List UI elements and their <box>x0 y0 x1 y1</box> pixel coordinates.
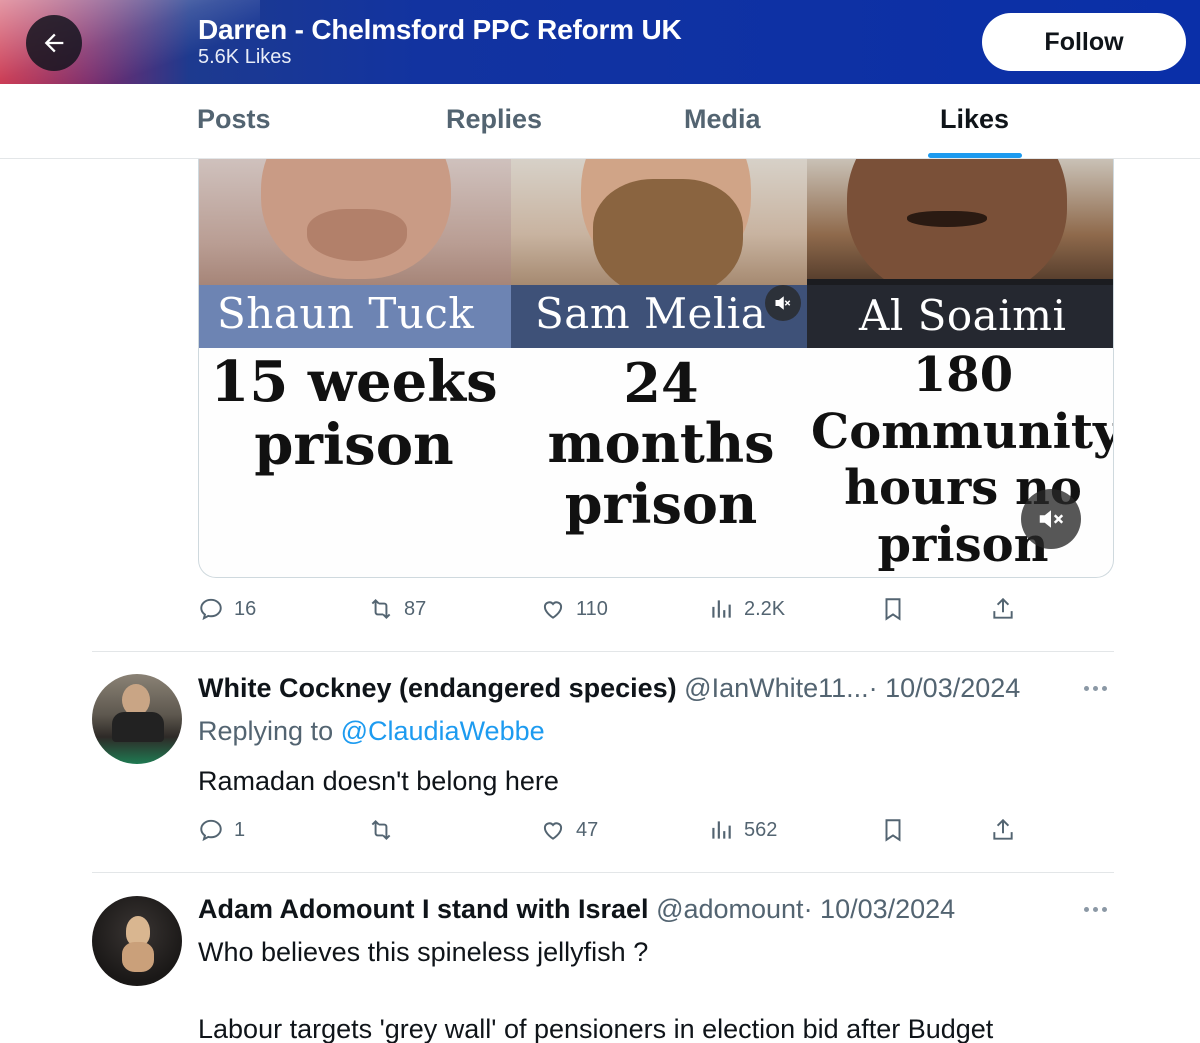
sentence-3: 180 Community hours no prison time <box>811 347 1114 577</box>
author-handle[interactable]: @IanWhite11... <box>684 673 869 703</box>
tweet-divider <box>92 651 1114 652</box>
profile-name: Darren - Chelmsford PPC Reform UK <box>198 14 682 45</box>
follow-button[interactable]: Follow <box>982 13 1186 71</box>
repost-button[interactable] <box>368 817 404 843</box>
repost-icon <box>371 819 391 841</box>
avatar[interactable] <box>92 896 182 986</box>
more-options-icon[interactable] <box>1084 686 1114 696</box>
tweet-date[interactable]: · 10/03/2024 <box>869 673 1021 703</box>
heart-icon <box>543 822 563 840</box>
tweet-date[interactable]: · 10/03/2024 <box>804 894 956 924</box>
reply-icon <box>200 598 222 621</box>
profile-tabs: Posts Replies Media Likes <box>0 84 1200 159</box>
tab-likes[interactable]: Likes <box>940 104 1009 135</box>
views-icon <box>712 600 731 618</box>
share-icon <box>993 818 1013 840</box>
likes-count: 5.6K Likes <box>198 46 292 68</box>
mugshot-name-2: Sam Melia <box>535 289 767 338</box>
reply-icon <box>200 819 222 842</box>
sentence-1: 15 weeks prison <box>210 349 498 478</box>
share-icon <box>993 597 1013 619</box>
share-button[interactable] <box>990 817 1016 843</box>
like-button[interactable]: 110 <box>540 596 608 622</box>
tab-posts[interactable]: Posts <box>197 104 271 135</box>
sentence-2: 24 months prison <box>547 351 775 536</box>
like-count: 110 <box>576 597 608 620</box>
tab-replies[interactable]: Replies <box>446 104 542 135</box>
video-mute-icon[interactable] <box>1021 489 1081 549</box>
author-name[interactable]: Adam Adomount I stand with Israel <box>198 894 649 924</box>
reply-count: 16 <box>234 597 257 620</box>
repost-button[interactable]: 87 <box>368 596 426 622</box>
share-button[interactable] <box>990 596 1016 622</box>
repost-icon <box>371 598 391 620</box>
tweet-media[interactable]: Shaun Tuck Sam Melia Al Soaimi 15 weeks … <box>198 159 1114 578</box>
heart-icon <box>543 601 563 619</box>
reply-button[interactable]: 16 <box>198 596 256 622</box>
views-count: 562 <box>744 818 778 841</box>
like-count: 47 <box>576 818 599 841</box>
views-icon <box>712 821 731 839</box>
author-handle[interactable]: @adomount <box>656 894 804 924</box>
bookmark-icon <box>885 598 901 621</box>
reply-button[interactable]: 1 <box>198 817 245 843</box>
bookmark-icon <box>885 819 901 842</box>
replying-to: Replying to @ClaudiaWebbe <box>198 716 545 746</box>
tweet-text: Who believes this spineless jellyfish ? <box>198 937 649 967</box>
like-button[interactable]: 47 <box>540 817 598 843</box>
tweet-text-line-2: Labour targets 'grey wall' of pensioners… <box>198 1014 994 1043</box>
tweet-text: Ramadan doesn't belong here <box>198 766 559 796</box>
tab-media[interactable]: Media <box>684 104 761 135</box>
bookmark-button[interactable] <box>880 817 906 843</box>
tweet-header: White Cockney (endangered species) @IanW… <box>198 673 1020 704</box>
views-button[interactable]: 562 <box>708 817 777 843</box>
views-count: 2.2K <box>744 597 786 620</box>
avatar[interactable] <box>92 674 182 764</box>
mugshot-name-1: Shaun Tuck <box>217 289 475 338</box>
author-name[interactable]: White Cockney (endangered species) <box>198 673 677 703</box>
bookmark-button[interactable] <box>880 596 906 622</box>
tweet-header: Adam Adomount I stand with Israel @adomo… <box>198 894 955 925</box>
mention-link[interactable]: @ClaudiaWebbe <box>341 716 545 746</box>
mugshot-name-3: Al Soaimi <box>859 291 1067 340</box>
views-button[interactable]: 2.2K <box>708 596 785 622</box>
profile-header: Darren - Chelmsford PPC Reform UK 5.6K L… <box>0 0 1200 84</box>
mute-icon[interactable] <box>765 285 801 321</box>
reply-count: 1 <box>234 818 246 841</box>
arrow-left-icon <box>44 33 64 53</box>
more-options-icon[interactable] <box>1084 907 1114 917</box>
repost-count: 87 <box>404 597 427 620</box>
tweet-divider <box>92 872 1114 873</box>
back-button[interactable] <box>26 15 82 71</box>
active-tab-indicator <box>928 153 1022 158</box>
